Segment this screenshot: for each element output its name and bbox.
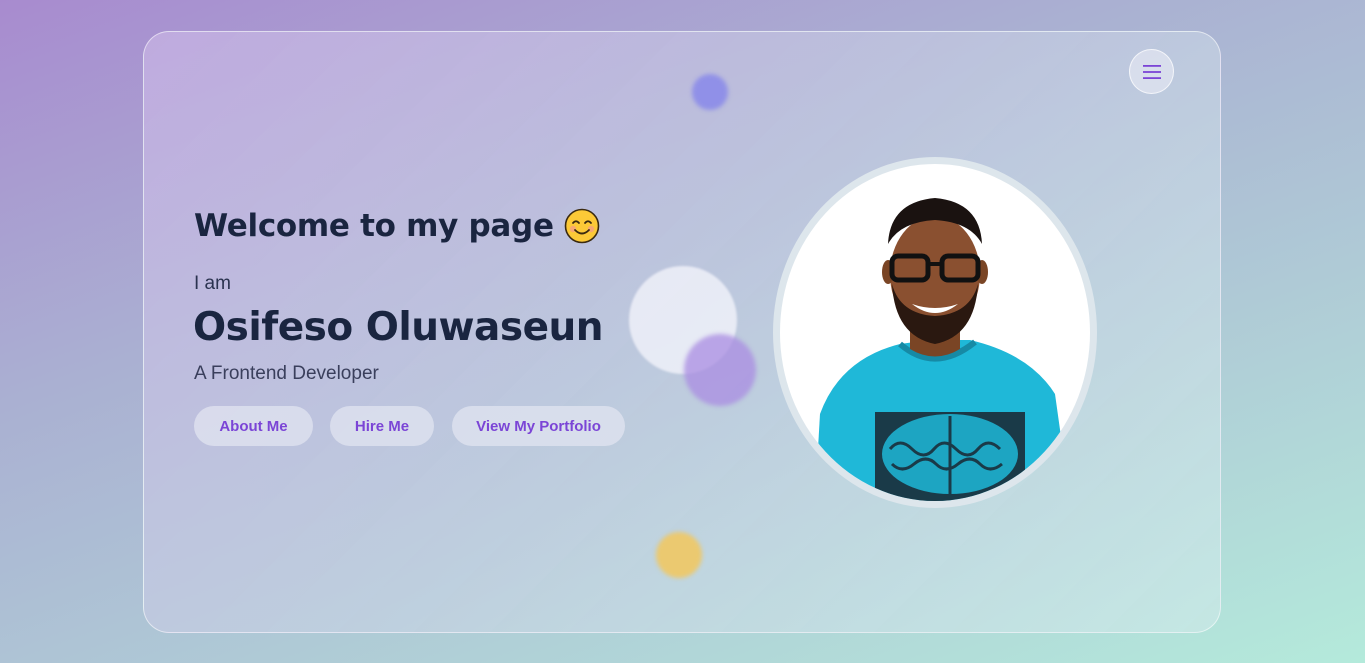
welcome-heading: Welcome to my page xyxy=(194,208,600,244)
hamburger-menu-icon xyxy=(1142,64,1161,79)
decor-blob-yellow xyxy=(656,532,702,578)
decor-blob-purple xyxy=(684,334,756,406)
intro-text: I am xyxy=(194,273,231,294)
welcome-text: Welcome to my page xyxy=(194,208,554,244)
profile-photo-frame xyxy=(773,157,1097,508)
decor-blob-blue xyxy=(692,74,728,110)
smiling-face-icon xyxy=(564,208,599,244)
menu-button[interactable] xyxy=(1129,49,1174,94)
developer-role: A Frontend Developer xyxy=(194,363,379,384)
hero-card: Welcome to my page I am Osifeso Oluwaseu… xyxy=(143,31,1221,633)
hire-me-button[interactable]: Hire Me xyxy=(330,406,434,446)
profile-photo xyxy=(780,164,1090,501)
view-portfolio-button[interactable]: View My Portfolio xyxy=(452,406,625,446)
about-me-button[interactable]: About Me xyxy=(194,406,313,446)
developer-name: Osifeso Oluwaseun xyxy=(193,305,604,350)
